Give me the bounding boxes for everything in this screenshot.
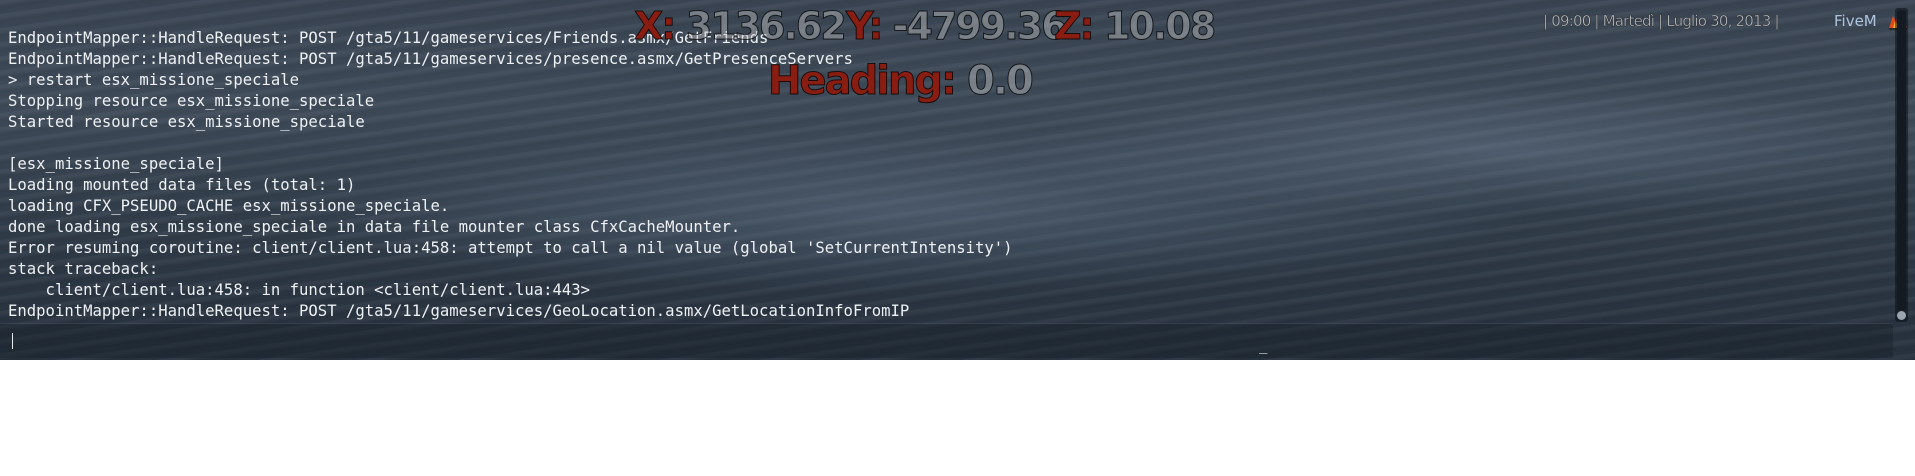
console-line: [esx_missione_speciale] (8, 155, 224, 173)
console-line: stack traceback: (8, 260, 159, 278)
console-line: client/client.lua:458: in function <clie… (8, 281, 591, 299)
date-time-info: | 09:00 | Martedì | Luglio 30, 2013 | (1543, 12, 1780, 31)
coord-z-readout: Z: 10.08 (1054, 4, 1217, 49)
console-line: Error resuming coroutine: client/client.… (8, 239, 1013, 257)
coord-x-readout: X: 3136.62 (634, 4, 848, 49)
console-input[interactable]: _ (0, 323, 1893, 358)
coord-y-label: Y: (845, 4, 883, 49)
console-line: Started resource esx_missione_speciale (8, 113, 365, 131)
fivem-brand-label: FiveM (1834, 12, 1877, 30)
heading-label: Heading: (767, 58, 957, 105)
coord-x-label: X: (634, 4, 677, 49)
coord-x-value: 3136.62 (685, 4, 847, 49)
coord-z-label: Z: (1054, 4, 1096, 49)
coord-y-value: -4799.36 (892, 4, 1068, 49)
game-screen: EndpointMapper::HandleRequest: POST /gta… (0, 0, 1915, 360)
input-cursor-marker: _ (1259, 338, 1268, 354)
console-line: loading CFX_PSEUDO_CACHE esx_missione_sp… (8, 197, 450, 215)
heading-value: 0.0 (966, 58, 1034, 105)
coord-z-value: 10.08 (1103, 4, 1216, 49)
coord-y-readout: Y: -4799.36 (845, 4, 1068, 49)
heading-readout: Heading: 0.0 (767, 58, 1034, 105)
console-scrollbar[interactable] (1895, 8, 1908, 322)
text-caret (12, 333, 13, 349)
scroll-knob-icon[interactable] (1897, 311, 1906, 320)
console-scroll-thumb[interactable] (1897, 10, 1906, 310)
console-line: Loading mounted data files (total: 1) (8, 176, 356, 194)
console-line: done loading esx_missione_speciale in da… (8, 218, 741, 236)
console-line: EndpointMapper::HandleRequest: POST /gta… (8, 302, 910, 320)
